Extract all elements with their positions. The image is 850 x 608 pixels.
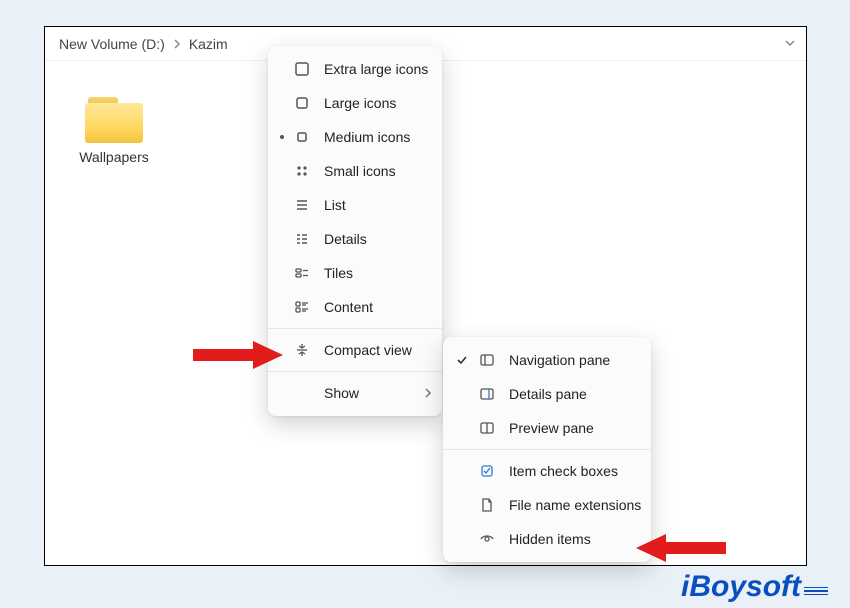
submenu-item-label: Hidden items: [499, 531, 591, 547]
view-context-menu[interactable]: Extra large icons Large icons Medium ico…: [268, 46, 442, 416]
submenu-item-label: Navigation pane: [499, 352, 610, 368]
submenu-item-label: File name extensions: [499, 497, 641, 513]
submenu-item-item-check-boxes[interactable]: Item check boxes: [443, 454, 651, 488]
check-indicator: [449, 354, 475, 366]
menu-divider: [443, 449, 651, 450]
menu-item-label: Medium icons: [314, 129, 410, 145]
menu-item-small-icons[interactable]: Small icons: [268, 154, 442, 188]
annotation-arrow-hidden-items: [636, 530, 730, 566]
checkbox-icon: [475, 463, 499, 479]
menu-item-large-icons[interactable]: Large icons: [268, 86, 442, 120]
submenu-item-hidden-items[interactable]: Hidden items: [443, 522, 651, 556]
menu-divider: [268, 371, 442, 372]
list-lines-icon: [290, 197, 314, 213]
chevron-down-icon[interactable]: [784, 39, 796, 47]
tiles-icon: [290, 265, 314, 281]
chevron-right-icon: [169, 39, 185, 49]
show-submenu[interactable]: Navigation pane Details pane Preview pan…: [443, 337, 651, 562]
menu-item-medium-icons[interactable]: Medium icons: [268, 120, 442, 154]
pane-right-icon: [475, 386, 499, 402]
submenu-item-file-name-extensions[interactable]: File name extensions: [443, 488, 651, 522]
square-large-icon: [290, 61, 314, 77]
grid-4-icon: [290, 163, 314, 179]
submenu-item-preview-pane[interactable]: Preview pane: [443, 411, 651, 445]
menu-item-label: Show: [314, 385, 359, 401]
square-large-icon: [290, 95, 314, 111]
submenu-item-label: Item check boxes: [499, 463, 618, 479]
breadcrumb-current[interactable]: Kazim: [185, 36, 232, 52]
selection-indicator: [274, 135, 290, 139]
breadcrumb-parent[interactable]: New Volume (D:): [55, 36, 169, 52]
menu-item-list[interactable]: List: [268, 188, 442, 222]
menu-item-label: List: [314, 197, 346, 213]
menu-item-label: Content: [314, 299, 373, 315]
pane-left-icon: [475, 352, 499, 368]
annotation-arrow-show: [189, 337, 283, 373]
submenu-item-navigation-pane[interactable]: Navigation pane: [443, 343, 651, 377]
brand-logo: iBoysoft: [681, 570, 828, 604]
menu-item-label: Large icons: [314, 95, 396, 111]
pane-split-icon: [475, 420, 499, 436]
menu-divider: [268, 328, 442, 329]
menu-item-details[interactable]: Details: [268, 222, 442, 256]
menu-item-content[interactable]: Content: [268, 290, 442, 324]
square-medium-icon: [290, 129, 314, 145]
folder-wallpapers[interactable]: Wallpapers: [69, 97, 159, 165]
menu-item-label: Small icons: [314, 163, 396, 179]
compact-icon: [290, 342, 314, 358]
menu-item-label: Tiles: [314, 265, 353, 281]
brand-text: iBoysoft: [681, 570, 801, 604]
submenu-item-details-pane[interactable]: Details pane: [443, 377, 651, 411]
menu-item-extra-large-icons[interactable]: Extra large icons: [268, 52, 442, 86]
eye-icon: [475, 531, 499, 547]
menu-item-tiles[interactable]: Tiles: [268, 256, 442, 290]
menu-item-show[interactable]: Show: [268, 376, 442, 410]
details-lines-icon: [290, 231, 314, 247]
chevron-right-icon: [414, 388, 432, 398]
submenu-item-label: Details pane: [499, 386, 587, 402]
folder-icon: [85, 97, 143, 143]
menu-item-label: Compact view: [314, 342, 412, 358]
menu-item-compact-view[interactable]: Compact view: [268, 333, 442, 367]
folder-label: Wallpapers: [79, 149, 149, 165]
brand-stripes-icon: [804, 587, 828, 595]
menu-item-label: Details: [314, 231, 367, 247]
submenu-item-label: Preview pane: [499, 420, 594, 436]
content-lines-icon: [290, 299, 314, 315]
file-icon: [475, 497, 499, 513]
menu-item-label: Extra large icons: [314, 61, 428, 77]
